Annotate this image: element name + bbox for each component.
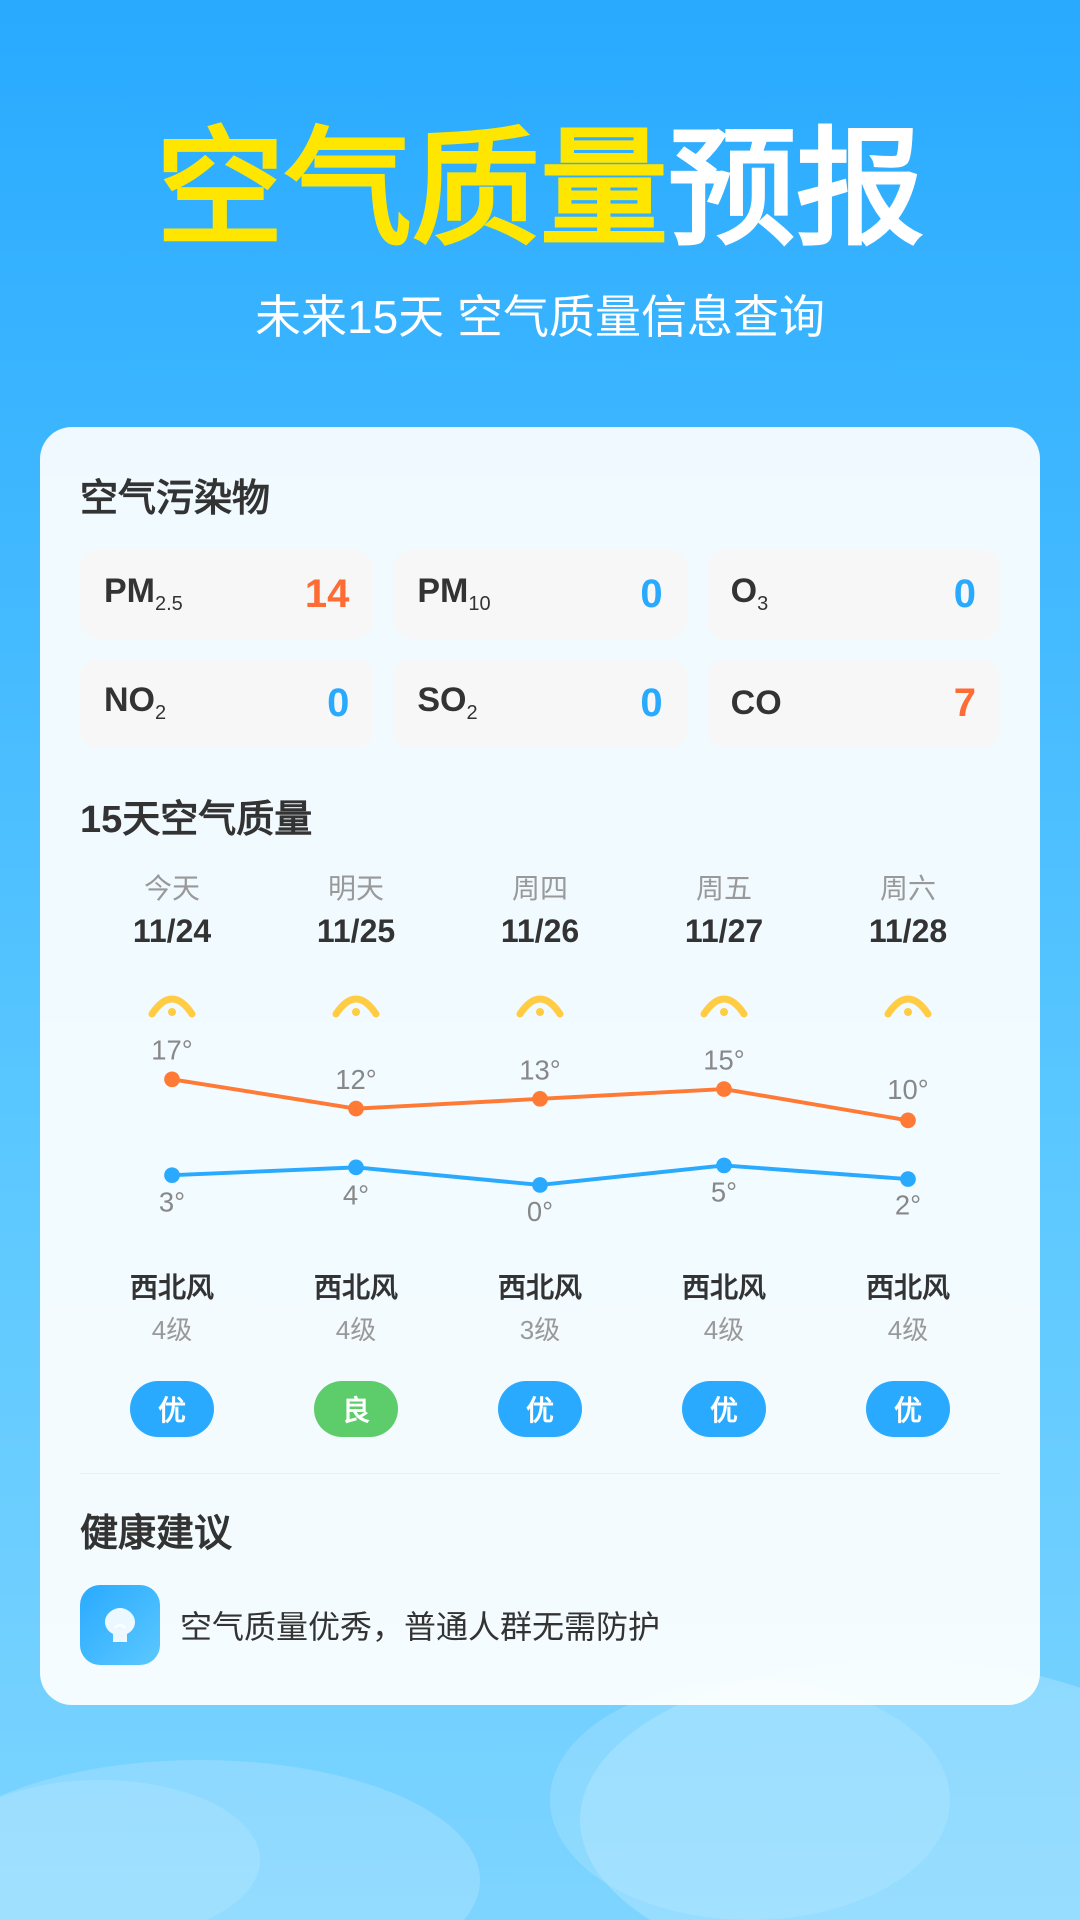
temperature-chart: 17° 12° 13° 15° 10° 3° 4° 0° 5° 2°: [80, 1028, 1000, 1248]
health-section: 健康建议 空气质量优秀，普通人群无需防护: [80, 1473, 1000, 1665]
wind-3: 西北风 4级: [632, 1256, 816, 1361]
pollutant-name-no2: NO2: [104, 681, 166, 725]
wind-info-row: 西北风 4级 西北风 4级 西北风 3级 西北风 4级 西北风 4级: [80, 1256, 1000, 1361]
wind-0: 西北风 4级: [80, 1256, 264, 1361]
svg-text:3°: 3°: [159, 1186, 185, 1217]
title-forecast: 预报: [668, 118, 924, 261]
pollutant-name-o3: O3: [731, 572, 769, 616]
svg-text:15°: 15°: [703, 1044, 744, 1075]
svg-text:17°: 17°: [151, 1034, 192, 1065]
forecast-headers: 今天 11/24 明天 11/25 周四 11/26 周五 11/27 周六 1…: [80, 867, 1000, 964]
pollutant-so2: SO2 0: [393, 659, 686, 748]
main-title: 空气质量预报: [60, 120, 1020, 261]
pollutants-grid: PM2.5 14 PM10 0 O3 0 NO2 0 SO2 0 CO 7: [80, 550, 1000, 748]
weather-icons-row: [80, 974, 1000, 1024]
svg-text:10°: 10°: [887, 1074, 928, 1105]
pollutant-name-co: CO: [731, 684, 782, 723]
health-title: 健康建议: [80, 1502, 1000, 1557]
pollutant-value-o3: 0: [954, 572, 976, 617]
pollutant-pm25: PM2.5 14: [80, 550, 373, 639]
pollutant-value-pm10: 0: [640, 572, 662, 617]
weather-icon-4: [816, 974, 1000, 1024]
pollutant-value-no2: 0: [327, 681, 349, 726]
day-header-2: 周四 11/26: [448, 867, 632, 964]
weather-icon-2: [448, 974, 632, 1024]
weather-icon-3: [632, 974, 816, 1024]
day-header-4: 周六 11/28: [816, 867, 1000, 964]
svg-text:5°: 5°: [711, 1176, 737, 1207]
pollutant-name-pm25: PM2.5: [104, 572, 183, 616]
health-icon: [80, 1585, 160, 1665]
pollutant-o3: O3 0: [707, 550, 1000, 639]
pollutant-name-pm10: PM10: [417, 572, 490, 616]
forecast-title: 15天空气质量: [80, 788, 1000, 843]
pollutant-pm10: PM10 0: [393, 550, 686, 639]
pollutant-name-so2: SO2: [417, 681, 477, 725]
main-card: 空气污染物 PM2.5 14 PM10 0 O3 0 NO2 0 SO2 0 C…: [40, 427, 1040, 1705]
quality-badge-2: 优: [448, 1381, 632, 1437]
pollutant-co: CO 7: [707, 659, 1000, 748]
wind-1: 西北风 4级: [264, 1256, 448, 1361]
pollutant-value-pm25: 14: [305, 572, 350, 617]
day-header-3: 周五 11/27: [632, 867, 816, 964]
health-item-0: 空气质量优秀，普通人群无需防护: [80, 1585, 1000, 1665]
quality-badge-4: 优: [816, 1381, 1000, 1437]
quality-badges-row: 优 良 优 优 优: [80, 1381, 1000, 1437]
day-header-1: 明天 11/25: [264, 867, 448, 964]
weather-icon-1: [264, 974, 448, 1024]
svg-text:12°: 12°: [335, 1064, 376, 1095]
subtitle: 未来15天 空气质量信息查询: [60, 281, 1020, 347]
quality-badge-1: 良: [264, 1381, 448, 1437]
pollutant-value-so2: 0: [640, 681, 662, 726]
pollutant-no2: NO2 0: [80, 659, 373, 748]
quality-badge-0: 优: [80, 1381, 264, 1437]
svg-text:4°: 4°: [343, 1179, 369, 1210]
quality-badge-3: 优: [632, 1381, 816, 1437]
health-advice-text: 空气质量优秀，普通人群无需防护: [180, 1602, 660, 1648]
svg-text:13°: 13°: [519, 1054, 560, 1085]
pollutant-value-co: 7: [954, 681, 976, 726]
title-air: 空气质量: [156, 118, 668, 261]
pollutants-title: 空气污染物: [80, 467, 1000, 522]
wind-4: 西北风 4级: [816, 1256, 1000, 1361]
wind-2: 西北风 3级: [448, 1256, 632, 1361]
svg-text:2°: 2°: [895, 1189, 921, 1220]
svg-text:0°: 0°: [527, 1196, 553, 1227]
weather-icon-0: [80, 974, 264, 1024]
day-header-0: 今天 11/24: [80, 867, 264, 964]
header: 空气质量预报 未来15天 空气质量信息查询: [0, 0, 1080, 387]
